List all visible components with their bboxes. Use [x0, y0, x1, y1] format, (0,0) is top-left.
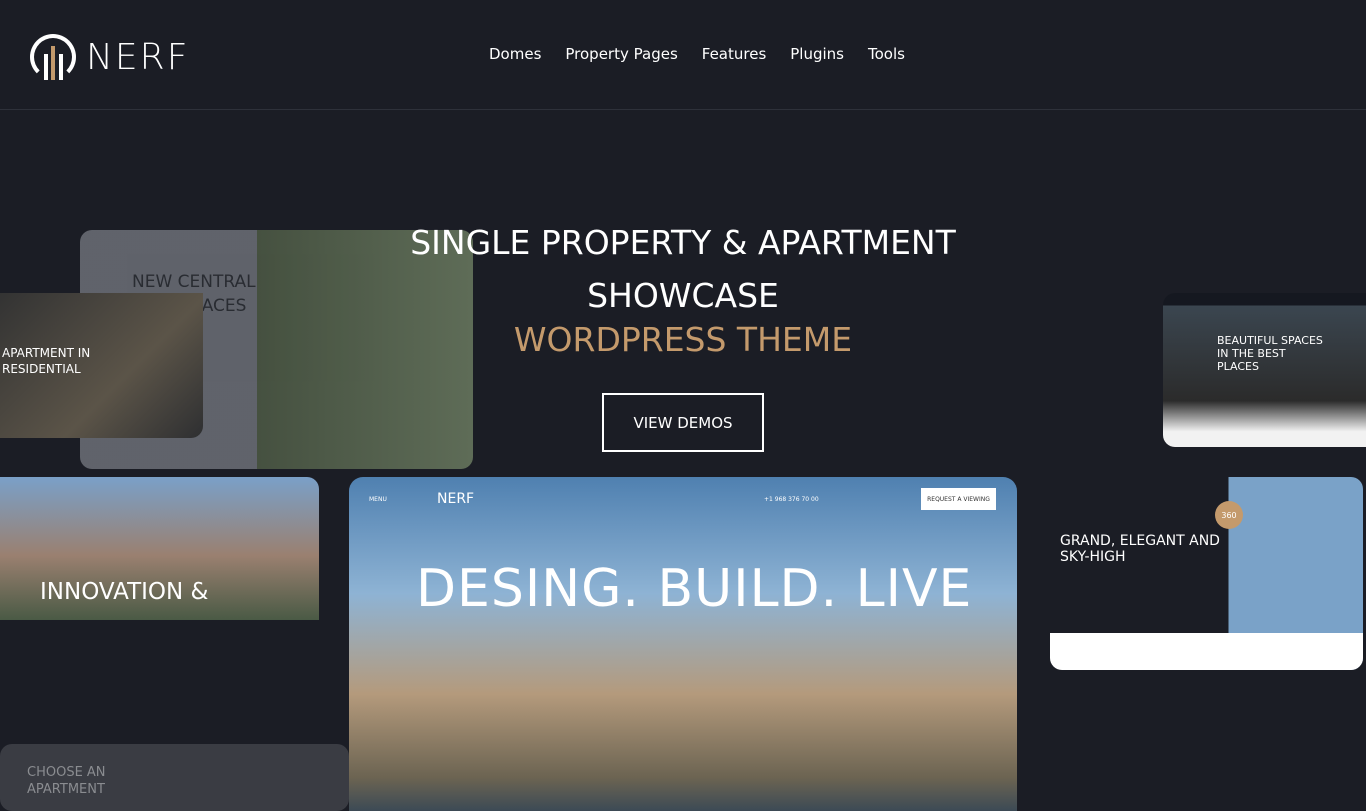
site-header: NERF Domes Property Pages Features Plugi… [0, 0, 1366, 110]
view-demos-button[interactable]: VIEW DEMOS [602, 393, 764, 452]
nav-plugins[interactable]: Plugins [790, 45, 844, 63]
preview-main-demo[interactable]: MENU NERF +1 968 376 70 00 REQUEST A VIE… [349, 477, 1017, 811]
phone-number: +1 968 376 70 00 [764, 496, 819, 503]
logo-text: NERF [86, 36, 190, 78]
logo[interactable]: NERF [30, 34, 189, 80]
preview-grand-elegant[interactable]: 360 GRAND, ELEGANT AND SKY-HIGH [1050, 477, 1363, 670]
preview-title: CHOOSE AN APARTMENT [27, 765, 106, 797]
nav-property-pages[interactable]: Property Pages [565, 45, 677, 63]
hero-title: SINGLE PROPERTY & APARTMENT SHOWCASE [410, 223, 956, 315]
preview-innovation[interactable]: INNOVATION & [0, 477, 319, 620]
preview-title: GRAND, ELEGANT AND SKY-HIGH [1060, 533, 1220, 565]
demo-headline: DESING. BUILD. LIVE [416, 559, 973, 619]
nav-features[interactable]: Features [702, 45, 767, 63]
request-viewing-button: REQUEST A VIEWING [921, 488, 996, 510]
menu-label: MENU [369, 496, 387, 503]
main-nav: Domes Property Pages Features Plugins To… [489, 45, 905, 63]
preview-title: INNOVATION & [40, 579, 209, 605]
preview-choose-apartment[interactable]: CHOOSE AN APARTMENT [0, 744, 349, 811]
nav-tools[interactable]: Tools [868, 45, 905, 63]
demo-logo: NERF [437, 491, 475, 507]
logo-icon [30, 34, 76, 80]
nav-domes[interactable]: Domes [489, 45, 541, 63]
badge-360: 360 [1215, 501, 1243, 529]
hero-subtitle: WORDPRESS THEME [513, 320, 853, 359]
